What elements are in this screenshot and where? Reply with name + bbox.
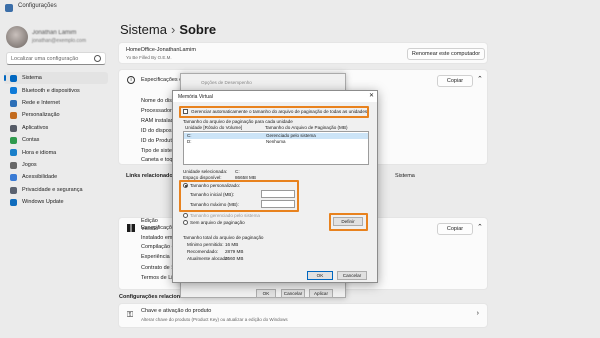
win-spec-row-label: Versão	[141, 226, 159, 232]
shield-icon	[10, 186, 17, 194]
min-label: Mínimo permitido:	[187, 242, 224, 247]
avatar	[6, 26, 28, 48]
bluetooth-icon	[10, 87, 17, 95]
chevron-up-icon[interactable]: ⌃	[477, 223, 483, 231]
apps-icon	[10, 124, 17, 132]
selected-drive-value: C:	[235, 169, 240, 174]
cur-value: 2560 MB	[225, 256, 244, 261]
key-icon: ⚿	[127, 310, 134, 319]
sidebar-item-jogos[interactable]: Jogos	[4, 159, 108, 171]
cancel-button[interactable]: Cancelar	[337, 271, 367, 280]
device-model: Yo Be Filled By O.E.M.	[126, 55, 172, 60]
accessibility-icon	[10, 174, 17, 182]
spec-row-label: Processador	[141, 108, 172, 114]
related-link-system[interactable]: Sistema	[395, 173, 415, 179]
device-card: HomeOffice-JonathanLamim Yo Be Filled By…	[118, 42, 488, 64]
breadcrumb-separator: ›	[170, 22, 176, 37]
settings-app-icon	[5, 4, 13, 12]
custom-size-highlight	[179, 180, 299, 212]
sidebar-item-hora[interactable]: Hora e idioma	[4, 146, 108, 158]
min-value: 16 MB	[225, 242, 239, 247]
win-spec-row-label: Experiência	[141, 254, 170, 260]
title-bar: Configurações	[0, 0, 600, 16]
sidebar-item-bluetooth[interactable]: Bluetooth e dispositivos	[4, 84, 108, 96]
vm-dialog-title: Memória Virtual	[178, 94, 213, 100]
update-icon	[10, 198, 17, 206]
gamepad-icon	[10, 161, 17, 169]
profile-name: Jonathan Lamim	[32, 30, 77, 36]
perf-cancel-button[interactable]: Cancelar	[281, 289, 305, 298]
search-icon	[94, 55, 101, 62]
sidebar-item-privacidade[interactable]: Privacidade e segurança	[4, 184, 108, 196]
drive-list[interactable]: C: Gerenciado pelo sistema D: Nenhuma	[183, 131, 369, 165]
chevron-up-icon[interactable]: ⌃	[477, 75, 483, 83]
person-icon	[10, 136, 17, 144]
page-title: Sobre	[179, 22, 217, 37]
search-placeholder: Localizar uma configuração	[11, 56, 79, 62]
breadcrumb: Sistema › Sobre	[120, 22, 216, 37]
col-drive-header: Unidade [Rótulo do Volume]	[185, 125, 243, 130]
sidebar-item-contas[interactable]: Contas	[4, 134, 108, 146]
brush-icon	[10, 112, 17, 120]
product-key-subtitle: Alterar chave do produto (Product Key) o…	[141, 317, 288, 322]
sidebar-item-aplicativos[interactable]: Aplicativos	[4, 122, 108, 134]
search-input[interactable]: Localizar uma configuração	[6, 52, 106, 65]
vm-title-bar: Memória Virtual ✕	[173, 91, 377, 102]
profile-email: jonathan@exemplo.com	[32, 38, 86, 44]
rec-label: Recomendado:	[187, 249, 219, 254]
list-item[interactable]: D: Nenhuma	[184, 139, 368, 145]
globe-clock-icon	[10, 149, 17, 157]
wifi-icon	[10, 99, 17, 107]
sidebar-item-windows-update[interactable]: Windows Update	[4, 196, 108, 208]
device-name: HomeOffice-JonathanLamim	[126, 47, 196, 53]
perf-ok-button[interactable]: OK	[256, 289, 276, 298]
system-managed-label: Tamanho gerenciado pelo sistema	[190, 213, 260, 218]
win-spec-row-label: Edição	[141, 218, 158, 224]
ok-button[interactable]: OK	[307, 271, 333, 280]
product-key-row[interactable]: ⚿ Chave e ativação do produto Alterar ch…	[118, 303, 488, 328]
virtual-memory-dialog: Memória Virtual ✕ Gerenciar automaticame…	[172, 90, 378, 283]
win-spec-row-label: Instalado em	[141, 235, 173, 241]
selected-drive-label: Unidade selecionada:	[183, 169, 228, 174]
breadcrumb-parent[interactable]: Sistema	[120, 22, 167, 37]
total-group-title: Tamanho total do arquivo de paginação	[183, 235, 264, 240]
sidebar-item-acessibilidade[interactable]: Acessibilidade	[4, 171, 108, 183]
system-managed-radio[interactable]	[183, 213, 188, 218]
auto-manage-highlight	[179, 106, 369, 118]
perf-apply-button[interactable]: Aplicar	[309, 289, 333, 298]
cur-label: Atualmente alocado:	[187, 256, 229, 261]
copy-device-specs-button[interactable]: Copiar	[437, 75, 473, 87]
close-icon[interactable]: ✕	[369, 92, 374, 99]
info-icon: i	[127, 76, 135, 84]
related-links-title: Links relacionados	[126, 173, 176, 179]
sidebar-item-personalizacao[interactable]: Personalização	[4, 109, 108, 121]
rec-value: 2879 MB	[225, 249, 244, 254]
window-title: Configurações	[18, 3, 57, 9]
no-paging-radio[interactable]	[183, 220, 188, 225]
windows-logo-icon	[127, 224, 135, 232]
copy-windows-specs-button[interactable]: Copiar	[437, 223, 473, 235]
product-key-title: Chave e ativação do produto	[141, 308, 212, 314]
perf-dialog-title: Opções de Desempenho	[201, 80, 252, 85]
sidebar-nav: Sistema Bluetooth e dispositivos Rede e …	[4, 72, 108, 208]
chevron-right-icon: ›	[476, 310, 479, 317]
sidebar: Jonathan Lamim jonathan@exemplo.com Loca…	[0, 16, 112, 338]
set-button-highlight	[329, 213, 368, 231]
paging-group-title: Tamanho do arquivo de paginação para cad…	[183, 119, 293, 124]
rename-pc-button[interactable]: Renomear este computador	[407, 48, 485, 60]
col-size-header: Tamanho do Arquivo de Paginação (MB)	[265, 125, 348, 130]
system-icon	[10, 75, 17, 82]
spec-row-label: ID do Produto	[141, 138, 175, 144]
no-paging-label: Sem arquivo de paginação	[190, 220, 245, 225]
sidebar-item-sistema[interactable]: Sistema	[4, 72, 108, 85]
sidebar-item-rede[interactable]: Rede e Internet	[4, 97, 108, 109]
